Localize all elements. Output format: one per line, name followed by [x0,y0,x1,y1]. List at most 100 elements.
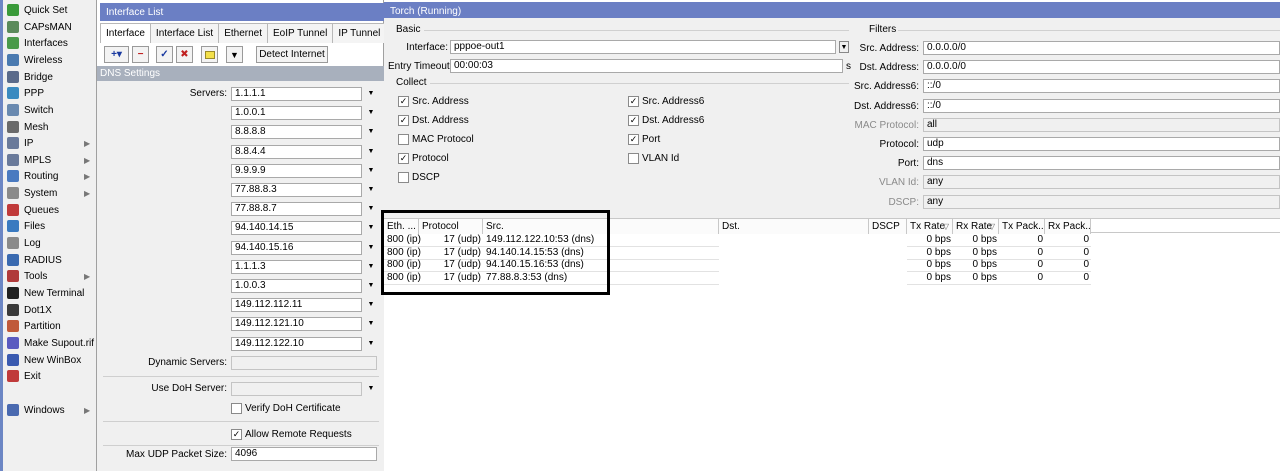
terminal-icon [7,287,19,299]
dns-server-input[interactable]: 9.9.9.9 [231,163,362,178]
comment-button[interactable] [201,46,218,63]
menu-item-exit[interactable]: Exit [3,368,96,384]
filter-dst-address6-input[interactable]: ::/0 [923,98,1280,113]
filter-dst-address-input[interactable]: 0.0.0.0/0 [923,60,1280,75]
cell-dscp [872,247,906,259]
column-header-4[interactable]: DSCP [869,219,907,234]
interface-list-titlebar[interactable]: Interface List [100,3,384,21]
collect-src-address-checkbox[interactable]: ✓ [398,96,409,107]
dns-server-input[interactable]: 8.8.4.4 [231,144,362,159]
column-header-5[interactable]: Tx Rate ▽ [907,219,953,234]
menu-item-bridge[interactable]: Bridge [3,69,96,85]
dns-server-input[interactable]: 77.88.8.3 [231,183,362,197]
dns-server-input[interactable]: 1.1.1.1 [231,87,362,101]
menu-item-queues[interactable]: Queues [3,202,96,218]
dns-server-dropdown-icon[interactable]: ▼ [366,126,376,138]
menu-item-new-winbox[interactable]: New WinBox [3,352,96,368]
menu-item-interfaces[interactable]: Interfaces [3,35,96,51]
dns-server-dropdown-icon[interactable]: ▼ [366,184,376,196]
menu-item-mesh[interactable]: Mesh [3,119,96,135]
column-header-7[interactable]: Tx Pack... [999,219,1045,234]
dns-server-input[interactable]: 149.112.121.10 [231,317,362,332]
menu-item-system[interactable]: System ▶ [3,185,96,201]
collect-protocol-checkbox[interactable]: ✓ [398,153,409,164]
cell-dst [722,259,867,271]
tab-interface[interactable]: Interface [100,23,151,43]
menu-item-files[interactable]: Files [3,218,96,234]
tab-ethernet[interactable]: Ethernet [218,23,268,43]
menu-item-capsman[interactable]: CAPsMAN [3,19,96,35]
menu-item-ip[interactable]: IP ▶ [3,135,96,151]
tab-eoip-tunnel[interactable]: EoIP Tunnel [267,23,334,43]
dns-server-dropdown-icon[interactable]: ▼ [366,165,376,177]
menu-item-label: PPP [24,87,45,99]
collect-mac-protocol-checkbox[interactable] [398,134,409,145]
filter-port-input[interactable]: dns [923,156,1280,171]
dns-server-dropdown-icon[interactable]: ▼ [366,222,376,234]
filter-label: Dst. Address: [859,62,919,74]
collect-label: DSCP [412,172,440,183]
add-button[interactable]: +▾ [104,46,129,63]
collect-dst-address-checkbox[interactable]: ✓ [398,115,409,126]
menu-item-radius[interactable]: RADIUS [3,252,96,268]
menu-item-switch[interactable]: Switch [3,102,96,118]
filter-button[interactable]: ▼ [226,46,243,63]
menu-item-routing[interactable]: Routing ▶ [3,168,96,184]
dns-server-input[interactable]: 94.140.15.16 [231,240,362,255]
dns-server-input[interactable]: 149.112.122.10 [231,336,362,351]
collect-port-checkbox[interactable]: ✓ [628,134,639,145]
menu-item-make-supout-rif[interactable]: Make Supout.rif [3,335,96,351]
dns-server-dropdown-icon[interactable]: ▼ [366,242,376,254]
menu-item-log[interactable]: Log [3,235,96,251]
tab-interface-list[interactable]: Interface List [149,23,220,43]
disable-button[interactable]: ✖ [176,46,193,63]
dns-settings-titlebar[interactable]: DNS Settings [97,66,384,81]
dns-server-input[interactable]: 8.8.8.8 [231,125,362,140]
interface-select[interactable]: pppoe-out1 [450,40,836,54]
dns-server-dropdown-icon[interactable]: ▼ [366,280,376,292]
dns-server-input[interactable]: 94.140.14.15 [231,221,362,236]
collect-vlan-id-checkbox[interactable] [628,153,639,164]
tab-ip-tunnel[interactable]: IP Tunnel [332,23,387,43]
menu-item-wireless[interactable]: Wireless [3,52,96,68]
entry-timeout-input[interactable]: 00:00:03 [450,59,843,73]
dns-server-dropdown-icon[interactable]: ▼ [366,88,376,100]
filter-src-address6-input[interactable]: ::/0 [923,79,1280,94]
detect-internet-button[interactable]: Detect Internet [256,46,328,63]
menu-item-windows[interactable]: Windows ▶ [3,402,96,418]
dns-server-dropdown-icon[interactable]: ▼ [366,261,376,273]
filter-src-address-input[interactable]: 0.0.0.0/0 [923,41,1280,55]
menu-item-partition[interactable]: Partition [3,318,96,334]
column-header-3[interactable]: Dst. [719,219,869,234]
verify-doh-checkbox[interactable] [231,403,242,414]
dns-server-input[interactable]: 77.88.8.7 [231,202,362,217]
dns-server-dropdown-icon[interactable]: ▼ [366,318,376,330]
column-header-6[interactable]: Rx Rate ▽ [953,219,999,234]
filter-protocol-input[interactable]: udp [923,137,1280,151]
column-header-8[interactable]: Rx Pack... [1045,219,1091,234]
allow-remote-checkbox[interactable]: ✓ [231,429,242,440]
dns-server-dropdown-icon[interactable]: ▼ [366,338,376,350]
menu-item-ppp[interactable]: PPP [3,85,96,101]
collect-src-address6-checkbox[interactable]: ✓ [628,96,639,107]
menu-item-mpls[interactable]: MPLS ▶ [3,152,96,168]
dns-server-input[interactable]: 1.0.0.3 [231,279,362,293]
remove-button[interactable]: − [132,46,149,63]
enable-button[interactable]: ✓ [156,46,173,63]
dns-server-dropdown-icon[interactable]: ▼ [366,203,376,215]
dns-server-dropdown-icon[interactable]: ▼ [366,146,376,158]
menu-item-quick-set[interactable]: Quick Set [3,2,96,18]
menu-item-tools[interactable]: Tools ▶ [3,268,96,284]
collect-dst-address6-checkbox[interactable]: ✓ [628,115,639,126]
dns-server-dropdown-icon[interactable]: ▼ [366,299,376,311]
collect-dscp-checkbox[interactable] [398,172,409,183]
doh-server-dropdown-icon[interactable]: ▼ [366,383,376,395]
dns-server-dropdown-icon[interactable]: ▼ [366,107,376,119]
doh-server-input[interactable] [231,382,362,396]
max-udp-input[interactable]: 4096 [231,447,377,461]
menu-item-dot1x[interactable]: Dot1X [3,302,96,318]
dns-server-input[interactable]: 1.0.0.1 [231,106,362,121]
dns-server-input[interactable]: 149.112.112.11 [231,298,362,313]
menu-item-new-terminal[interactable]: New Terminal [3,285,96,301]
dns-server-input[interactable]: 1.1.1.3 [231,259,362,274]
